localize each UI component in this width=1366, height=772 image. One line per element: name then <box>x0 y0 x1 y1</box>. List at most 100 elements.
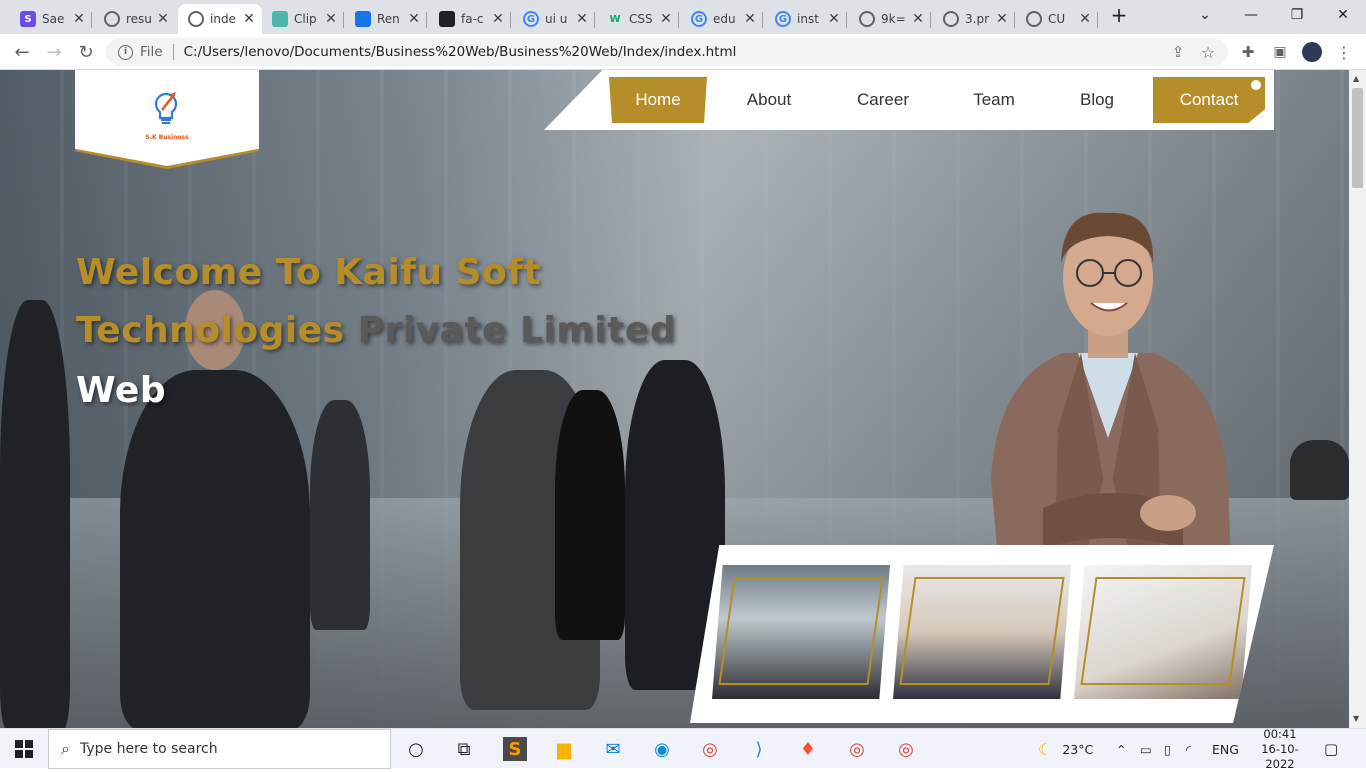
gallery-image-office[interactable] <box>712 565 890 699</box>
clip-icon <box>272 11 288 27</box>
network-icon[interactable]: ▭ <box>1140 729 1152 769</box>
tab-close-icon[interactable]: ✕ <box>491 11 505 27</box>
nav-team[interactable]: Team <box>956 77 1032 123</box>
battery-icon[interactable]: ▯ <box>1164 729 1171 769</box>
browser-tab[interactable]: Ren ✕ <box>345 4 427 34</box>
tab-close-icon[interactable]: ✕ <box>407 11 421 27</box>
tab-close-icon[interactable]: ✕ <box>324 11 338 27</box>
info-icon[interactable]: i <box>118 44 133 60</box>
tab-close-icon[interactable]: ✕ <box>1078 11 1092 27</box>
mail-icon[interactable]: ✉ <box>601 737 625 761</box>
sublime-text-icon[interactable]: S <box>503 737 527 761</box>
nav-about[interactable]: About <box>728 77 810 123</box>
tab-title: 3.pr <box>965 12 989 26</box>
cortana-icon[interactable]: ○ <box>404 737 428 761</box>
chrome-profile-icon[interactable]: ◎ <box>845 737 869 761</box>
tab-strip: S Sae ✕ resu ✕ inde ✕ Clip ✕ Ren ✕ fa-c ✕ Gui u ✕ W CSS ✕… <box>0 0 1366 34</box>
browser-tab[interactable]: 9k= ✕ <box>849 4 931 34</box>
chrome-profile-2-icon[interactable]: ◎ <box>894 737 918 761</box>
new-tab-button[interactable]: + <box>1097 0 1141 30</box>
tab-title: Sae <box>42 12 65 26</box>
background-person <box>310 400 370 630</box>
reload-icon[interactable]: ↻ <box>72 38 100 66</box>
back-icon[interactable]: ← <box>8 38 36 66</box>
scroll-thumb[interactable] <box>1352 88 1363 188</box>
tab-title: CU <box>1048 12 1066 26</box>
tab-close-icon[interactable]: ✕ <box>911 11 925 27</box>
browser-tab[interactable]: Gui u ✕ <box>513 4 595 34</box>
extensions-icon[interactable]: ✚ <box>1234 38 1262 66</box>
hero-line-1: Welcome To Kaifu Soft <box>76 252 542 293</box>
browser-tab[interactable]: fa-c ✕ <box>429 4 511 34</box>
taskbar-search-box[interactable]: ⌕ Type here to search <box>48 729 391 769</box>
browser-tab[interactable]: CU ✕ <box>1016 4 1098 34</box>
tab-separator <box>1014 12 1015 28</box>
tab-title: resu <box>126 12 152 26</box>
gallery-image-desk[interactable] <box>1074 565 1252 699</box>
clock[interactable]: 00:41 16-10-2022 <box>1250 727 1310 771</box>
file-explorer-icon[interactable]: ▆ <box>552 737 576 761</box>
tab-close-icon[interactable]: ✕ <box>827 11 841 27</box>
windows-start-icon[interactable] <box>12 737 36 761</box>
background-person <box>0 300 70 728</box>
browser-tab[interactable]: inde ✕ <box>178 4 262 34</box>
chrome-icon[interactable]: ◎ <box>698 737 722 761</box>
scroll-down-icon[interactable]: ▼ <box>1353 714 1359 723</box>
edge-icon[interactable]: ◉ <box>650 737 674 761</box>
restore-icon[interactable]: ❐ <box>1274 0 1320 30</box>
sidepanel-icon[interactable]: ▣ <box>1266 38 1294 66</box>
browser-tab[interactable]: Clip ✕ <box>262 4 344 34</box>
forward-icon[interactable]: → <box>40 38 68 66</box>
tab-close-icon[interactable]: ✕ <box>659 11 673 27</box>
profile-avatar[interactable] <box>1298 38 1326 66</box>
nav-home[interactable]: Home <box>609 77 707 123</box>
browser-tab[interactable]: Gedu ✕ <box>681 4 763 34</box>
flag-icon <box>439 11 455 27</box>
globe-icon <box>1026 11 1042 27</box>
brave-icon[interactable]: ♦ <box>796 737 820 761</box>
scroll-up-icon[interactable]: ▲ <box>1353 74 1359 83</box>
tab-close-icon[interactable]: ✕ <box>995 11 1009 27</box>
tray-chevron-icon[interactable]: ⌃ <box>1116 729 1126 769</box>
browser-tab[interactable]: resu ✕ <box>94 4 176 34</box>
share-icon[interactable]: ⇪ <box>1164 38 1192 66</box>
minimize-icon[interactable]: — <box>1228 0 1274 30</box>
browser-tab[interactable]: 3.pr ✕ <box>933 4 1015 34</box>
weather-widget[interactable]: ☾ 23°C <box>1038 729 1093 769</box>
globe-icon <box>188 11 204 27</box>
close-window-icon[interactable]: ✕ <box>1320 0 1366 30</box>
nav-career[interactable]: Career <box>840 77 926 123</box>
nav-contact[interactable]: Contact <box>1153 77 1265 123</box>
tab-separator <box>510 12 511 28</box>
gallery-image-meeting[interactable] <box>893 565 1071 699</box>
language-indicator[interactable]: ENG <box>1212 729 1239 769</box>
wifi-icon[interactable]: ◜ <box>1186 729 1191 769</box>
browser-tab[interactable]: Ginst ✕ <box>765 4 847 34</box>
address-bar[interactable]: i File C:/Users/lenovo/Documents/Busines… <box>106 38 1228 66</box>
tab-close-icon[interactable]: ✕ <box>575 11 589 27</box>
notifications-icon[interactable]: ▢ <box>1324 729 1338 769</box>
tab-search-icon[interactable]: ⌄ <box>1182 0 1228 30</box>
hero-line-3: Web <box>76 370 167 411</box>
tab-close-icon[interactable]: ✕ <box>242 11 256 27</box>
tab-close-icon[interactable]: ✕ <box>743 11 757 27</box>
moon-cloud-icon: ☾ <box>1038 739 1053 759</box>
url-text[interactable]: C:/Users/lenovo/Documents/Business%20Web… <box>184 44 737 60</box>
vscode-icon[interactable]: ⟩ <box>747 737 771 761</box>
search-placeholder: Type here to search <box>79 741 218 757</box>
page-scrollbar[interactable]: ▲ ▼ <box>1349 70 1366 728</box>
browser-tab[interactable]: S Sae ✕ <box>10 4 92 34</box>
w3-icon: W <box>609 13 621 25</box>
bookmark-star-icon[interactable]: ☆ <box>1194 38 1222 66</box>
tab-close-icon[interactable]: ✕ <box>72 11 86 27</box>
menu-icon[interactable]: ⋮ <box>1330 38 1358 66</box>
divider <box>172 44 174 60</box>
lightbulb-rocket-icon <box>154 92 178 124</box>
browser-tab[interactable]: W CSS ✕ <box>597 4 679 34</box>
site-logo[interactable]: S.K Business <box>75 70 259 166</box>
nav-blog[interactable]: Blog <box>1064 77 1130 123</box>
task-view-icon[interactable]: ⧉ <box>452 737 476 761</box>
tab-close-icon[interactable]: ✕ <box>156 11 170 27</box>
tab-separator <box>762 12 763 28</box>
hero-line-2-company: Technologies <box>76 310 345 351</box>
